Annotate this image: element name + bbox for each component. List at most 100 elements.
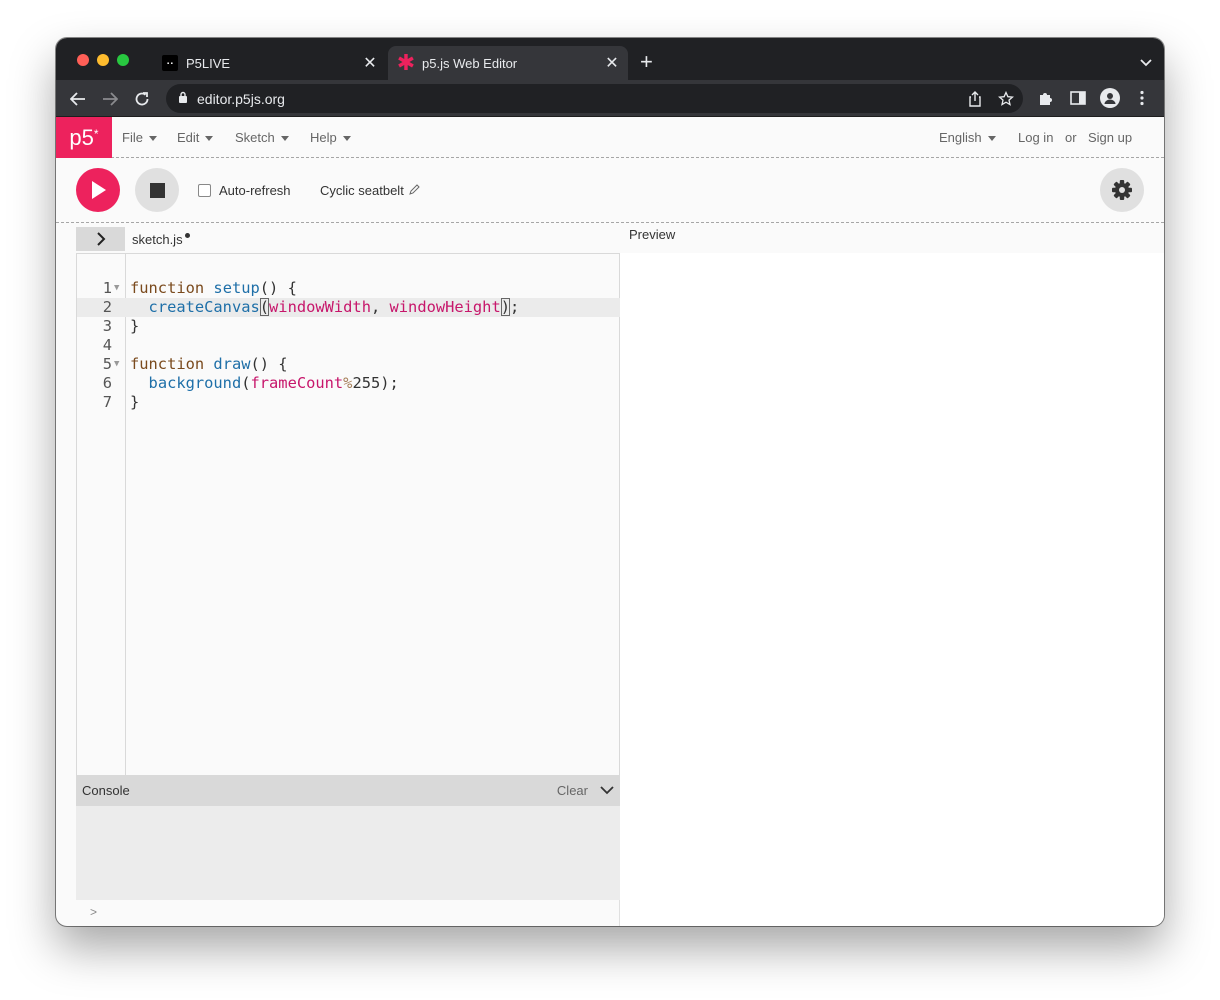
tab-p5live[interactable]: ▪▪ P5LIVE ✕ — [152, 46, 386, 80]
share-icon[interactable] — [966, 90, 984, 108]
code-token: background — [148, 374, 242, 392]
console-prompt-icon: > — [90, 905, 98, 919]
caret-down-icon — [342, 136, 351, 141]
extensions-puzzle-icon[interactable] — [1036, 88, 1056, 108]
code-line[interactable]: 5 ▼ function draw() { — [77, 355, 620, 374]
language-selector[interactable]: English — [939, 117, 996, 158]
collapse-console-chevron-icon[interactable] — [600, 786, 614, 795]
minimize-window-button[interactable] — [97, 54, 109, 66]
preview-label: Preview — [629, 227, 676, 242]
menu-help[interactable]: Help — [310, 117, 351, 158]
menu-edit[interactable]: Edit — [177, 117, 214, 158]
fold-arrow-icon[interactable]: ▼ — [114, 279, 124, 298]
code-token: () { — [259, 279, 297, 297]
code-line[interactable]: 4 — [77, 336, 620, 355]
caret-down-icon — [280, 136, 289, 141]
profile-avatar-icon[interactable] — [1100, 88, 1120, 108]
caret-down-icon — [148, 136, 157, 141]
filename-label: sketch.js — [132, 231, 183, 247]
close-window-button[interactable] — [77, 54, 89, 66]
code-token: windowWidth — [269, 298, 371, 316]
side-panel-icon[interactable] — [1068, 88, 1088, 108]
sidebar-toggle-button[interactable] — [76, 227, 125, 251]
login-link[interactable]: Log in — [1018, 117, 1053, 158]
code-token: () { — [250, 355, 288, 373]
bookmark-star-icon[interactable] — [997, 90, 1015, 108]
new-tab-icon[interactable]: + — [640, 51, 653, 73]
code-token: ( — [259, 298, 270, 316]
code-editor[interactable]: 1 ▼ function setup() {2 createCanvas(windo… — [76, 253, 620, 776]
tab-search-chevron-icon[interactable] — [1140, 54, 1152, 67]
menu-file[interactable]: File — [122, 117, 157, 158]
menu-sketch[interactable]: Sketch — [235, 117, 289, 158]
code-line[interactable]: 7} — [77, 393, 620, 412]
kebab-menu-icon[interactable] — [1132, 88, 1152, 108]
preview-canvas[interactable] — [620, 253, 1164, 926]
p5live-icon: ▪▪ — [162, 55, 178, 71]
tab-title: P5LIVE — [186, 55, 231, 71]
reload-icon[interactable] — [130, 87, 154, 111]
code-token: } — [130, 393, 140, 411]
code-line[interactable]: 6 background(frameCount%255); — [77, 374, 620, 393]
code-line[interactable]: 2 createCanvas(windowWidth, windowHeight… — [77, 298, 620, 317]
sketch-name[interactable]: Cyclic seatbelt — [320, 158, 420, 223]
code-text: } — [130, 317, 139, 336]
close-icon[interactable]: ✕ — [602, 53, 622, 73]
lock-icon[interactable] — [178, 90, 188, 108]
signup-link[interactable]: Sign up — [1088, 117, 1132, 158]
browser-toolbar: editor.p5js.org — [56, 80, 1164, 117]
code-token: windowHeight — [389, 298, 501, 316]
auto-refresh-toggle[interactable]: Auto-refresh — [198, 158, 291, 223]
gear-icon — [1112, 180, 1132, 200]
menu-label: File — [122, 130, 143, 145]
line-number: 7 — [102, 393, 112, 411]
code-text: function draw() { — [130, 355, 288, 374]
code-token: frameCount — [250, 374, 344, 392]
settings-button[interactable] — [1100, 168, 1144, 212]
fold-arrow-icon[interactable]: ▼ — [114, 355, 124, 374]
auto-refresh-label: Auto-refresh — [219, 183, 291, 198]
tab-p5js-web-editor[interactable]: ✱ p5.js Web Editor ✕ — [388, 46, 628, 80]
line-number: 3 — [102, 317, 112, 335]
caret-down-icon — [987, 136, 996, 141]
code-text: background(frameCount%255); — [130, 374, 399, 393]
code-line[interactable]: 3} — [77, 317, 620, 336]
logo-asterisk: * — [93, 126, 99, 141]
p5-logo[interactable]: p5 * — [56, 117, 112, 158]
line-number: 1 — [102, 279, 112, 297]
browser-window: ▪▪ P5LIVE ✕ ✱ p5.js Web Editor ✕ + edito… — [56, 38, 1164, 926]
back-arrow-icon[interactable] — [66, 87, 90, 111]
code-token: , — [370, 298, 390, 316]
console-input[interactable]: > — [76, 900, 620, 926]
play-icon — [92, 181, 106, 199]
maximize-window-button[interactable] — [117, 54, 129, 66]
tab-strip: ▪▪ P5LIVE ✕ ✱ p5.js Web Editor ✕ + — [56, 38, 1164, 80]
close-icon[interactable]: ✕ — [360, 53, 380, 73]
file-tab-sketch-js[interactable]: sketch.js — [132, 227, 190, 251]
auto-refresh-checkbox[interactable] — [198, 184, 211, 197]
code-line[interactable]: 1 ▼ function setup() { — [77, 279, 620, 298]
line-number: 2 — [102, 298, 112, 316]
code-token: function — [130, 355, 205, 373]
unsaved-indicator-icon — [184, 232, 190, 238]
forward-arrow-icon[interactable] — [98, 87, 122, 111]
code-token: function — [130, 279, 205, 297]
code-token: ; — [510, 298, 520, 316]
sketch-name-label: Cyclic seatbelt — [320, 183, 404, 198]
pencil-icon[interactable] — [409, 183, 420, 198]
code-token: 255); — [352, 374, 399, 392]
p5-nav-bar: p5 * File Edit Sketch Help English Log in… — [56, 117, 1164, 158]
console-title: Console — [82, 783, 130, 798]
url-text: editor.p5js.org — [197, 90, 285, 107]
address-bar[interactable]: editor.p5js.org — [166, 84, 1023, 113]
console-header: Console Clear — [76, 775, 620, 806]
console-clear-button[interactable]: Clear — [557, 783, 588, 798]
or-text: or — [1065, 130, 1077, 145]
stop-button[interactable] — [135, 168, 179, 212]
play-button[interactable] — [76, 168, 120, 212]
line-number: 4 — [102, 336, 112, 354]
code-token: } — [130, 317, 140, 335]
chevron-right-icon — [96, 232, 105, 246]
code-token: setup — [213, 279, 260, 297]
code-text: createCanvas(windowWidth, windowHeight); — [130, 298, 519, 317]
